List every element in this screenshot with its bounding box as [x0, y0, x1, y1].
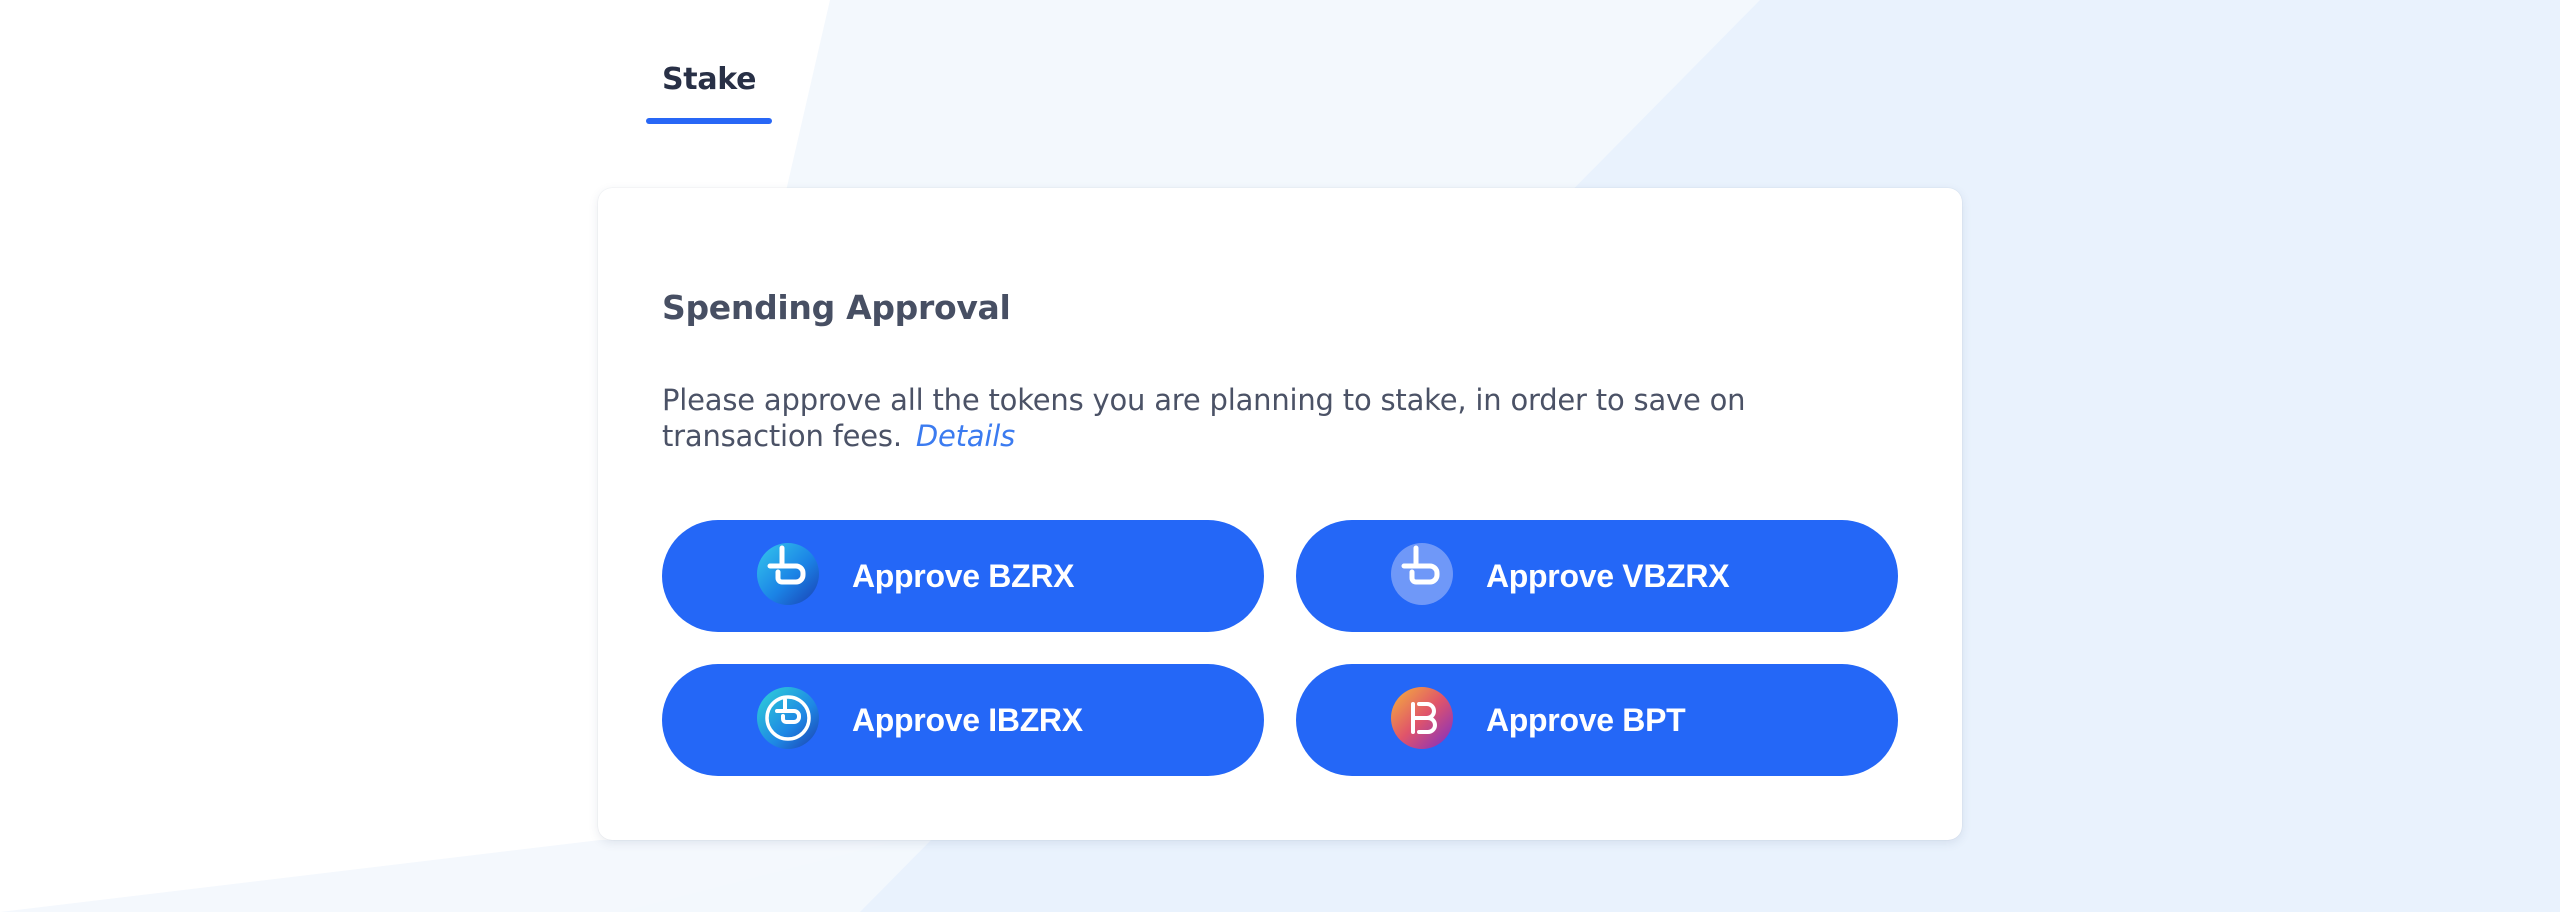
bpt-token-icon — [1391, 687, 1453, 749]
approve-vbzrx-label: Approve VBZRX — [1486, 558, 1730, 594]
tab-bar: Stake — [646, 60, 773, 124]
tab-stake[interactable]: Stake — [646, 60, 773, 124]
approve-ibzrx-button[interactable]: Approve IBZRX — [662, 664, 1264, 776]
spending-approval-card: Spending Approval Please approve all the… — [598, 188, 1962, 840]
active-tab-indicator — [646, 118, 773, 124]
ibzrx-token-icon — [757, 687, 819, 749]
details-link[interactable]: Details — [916, 419, 1015, 453]
approve-vbzrx-button[interactable]: Approve VBZRX — [1296, 520, 1898, 632]
vbzrx-token-icon — [1391, 543, 1453, 605]
approve-ibzrx-label: Approve IBZRX — [852, 702, 1083, 738]
approve-bzrx-button[interactable]: Approve BZRX — [662, 520, 1264, 632]
approve-bpt-button[interactable]: Approve BPT — [1296, 664, 1898, 776]
tab-stake-label: Stake — [662, 62, 757, 97]
approve-bzrx-label: Approve BZRX — [852, 558, 1075, 594]
card-description: Please approve all the tokens you are pl… — [662, 382, 1912, 454]
description-text: Please approve all the tokens you are pl… — [662, 383, 1746, 453]
bzrx-token-icon — [757, 543, 819, 605]
approve-bpt-label: Approve BPT — [1486, 702, 1686, 738]
card-title: Spending Approval — [662, 288, 1011, 327]
